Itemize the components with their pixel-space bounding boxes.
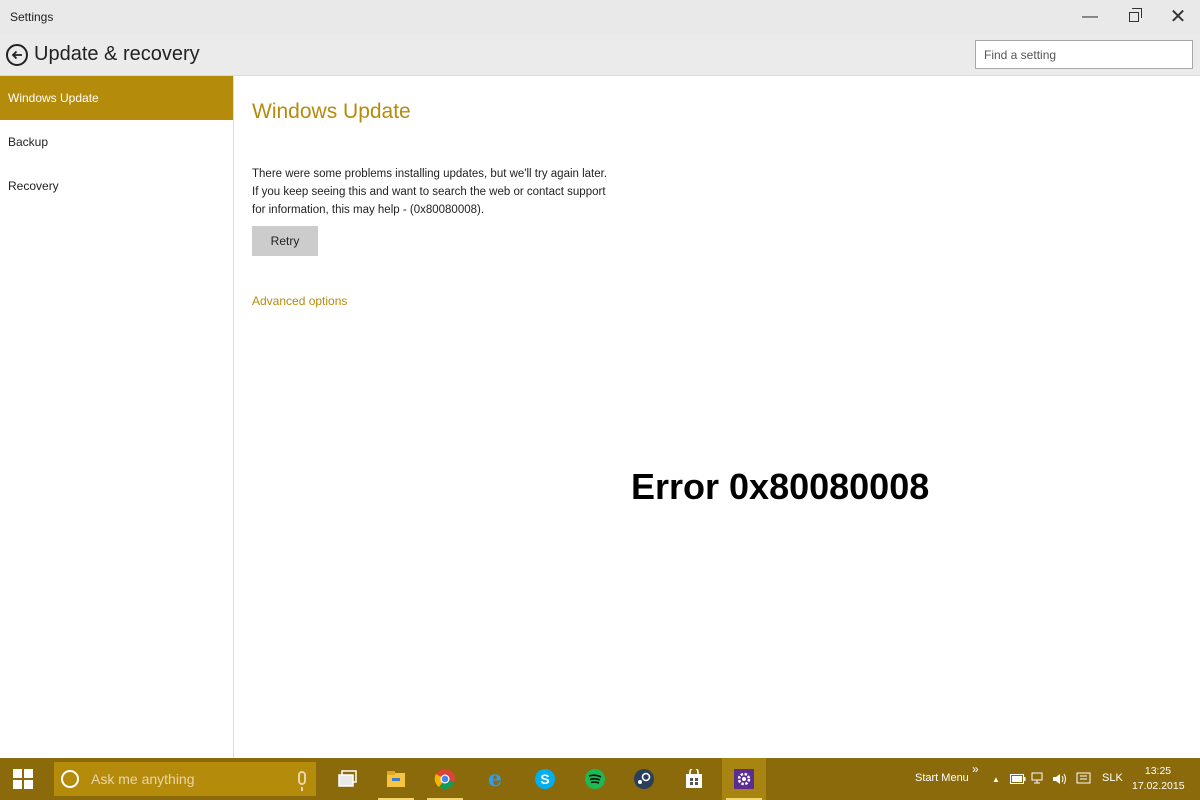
internet-explorer-icon: e: [488, 768, 502, 790]
input-language-indicator[interactable]: SLK: [1102, 772, 1123, 784]
task-view-icon: [338, 770, 357, 787]
taskbar: Ask me anything e S Start Menu » ▲ SLK 1…: [0, 758, 1200, 800]
cortana-placeholder: Ask me anything: [91, 771, 195, 787]
back-button[interactable]: [6, 44, 28, 66]
title-bar: Settings — ✕: [0, 0, 1200, 33]
clock-date: 17.02.2015: [1132, 780, 1185, 792]
start-button[interactable]: [0, 758, 46, 800]
battery-icon[interactable]: [1010, 771, 1026, 787]
restore-button[interactable]: [1112, 0, 1156, 33]
spotify-icon: [585, 769, 605, 789]
sidebar-item-recovery[interactable]: Recovery: [0, 164, 233, 208]
steam-button[interactable]: [622, 758, 666, 800]
sidebar-item-backup[interactable]: Backup: [0, 120, 233, 164]
restore-icon: [1129, 7, 1142, 22]
network-icon[interactable]: [1031, 771, 1047, 787]
find-setting-input[interactable]: [975, 40, 1193, 69]
retry-button[interactable]: Retry: [252, 226, 318, 256]
volume-icon[interactable]: [1052, 771, 1068, 787]
cortana-search-box[interactable]: Ask me anything: [54, 762, 316, 796]
steam-icon: [634, 769, 654, 789]
message-line: If you keep seeing this and want to sear…: [252, 186, 606, 198]
back-arrow-icon: [11, 50, 22, 60]
skype-button[interactable]: S: [523, 758, 567, 800]
message-line: There were some problems installing upda…: [252, 168, 608, 180]
chrome-icon: [434, 769, 455, 789]
store-icon: [686, 769, 702, 788]
file-explorer-button[interactable]: [374, 758, 418, 800]
message-line: for information, this may help - (0x8008…: [252, 204, 485, 216]
task-view-button[interactable]: [326, 758, 370, 800]
start-menu-toolbar[interactable]: Start Menu: [915, 772, 969, 784]
section-title: Windows Update: [252, 100, 411, 123]
advanced-options-link[interactable]: Advanced options: [252, 294, 347, 308]
windows-logo-icon: [13, 769, 33, 789]
microphone-icon[interactable]: [298, 771, 306, 791]
update-error-message: There were some problems installing upda…: [252, 165, 608, 219]
taskbar-clock[interactable]: 13:25 17.02.2015: [1132, 764, 1185, 794]
file-explorer-icon: [387, 771, 405, 787]
page-title: Update & recovery: [34, 43, 200, 65]
show-hidden-icons-icon[interactable]: ▲: [988, 771, 1004, 787]
close-button[interactable]: ✕: [1156, 0, 1200, 33]
window-title: Settings: [10, 9, 54, 24]
skype-icon: S: [535, 769, 555, 789]
action-center-icon[interactable]: [1076, 771, 1092, 787]
internet-explorer-button[interactable]: e: [473, 758, 517, 800]
clock-time: 13:25: [1144, 765, 1172, 777]
svg-text:e: e: [488, 768, 502, 790]
spotify-button[interactable]: [573, 758, 617, 800]
sidebar-item-windows-update[interactable]: Windows Update: [0, 76, 233, 120]
error-code-caption: Error 0x80080008: [631, 466, 930, 507]
svg-text:S: S: [540, 771, 549, 787]
settings-icon: [734, 769, 754, 789]
window-controls: — ✕: [1068, 0, 1200, 33]
chrome-button[interactable]: [423, 758, 467, 800]
settings-app-button[interactable]: [722, 758, 766, 800]
toolbar-overflow-chevron-icon[interactable]: »: [972, 762, 979, 776]
store-button[interactable]: [672, 758, 716, 800]
cortana-icon: [61, 770, 79, 788]
sidebar: Windows Update Backup Recovery: [0, 76, 234, 758]
minimize-button[interactable]: —: [1068, 0, 1112, 33]
header-bar: Update & recovery: [0, 33, 1200, 76]
